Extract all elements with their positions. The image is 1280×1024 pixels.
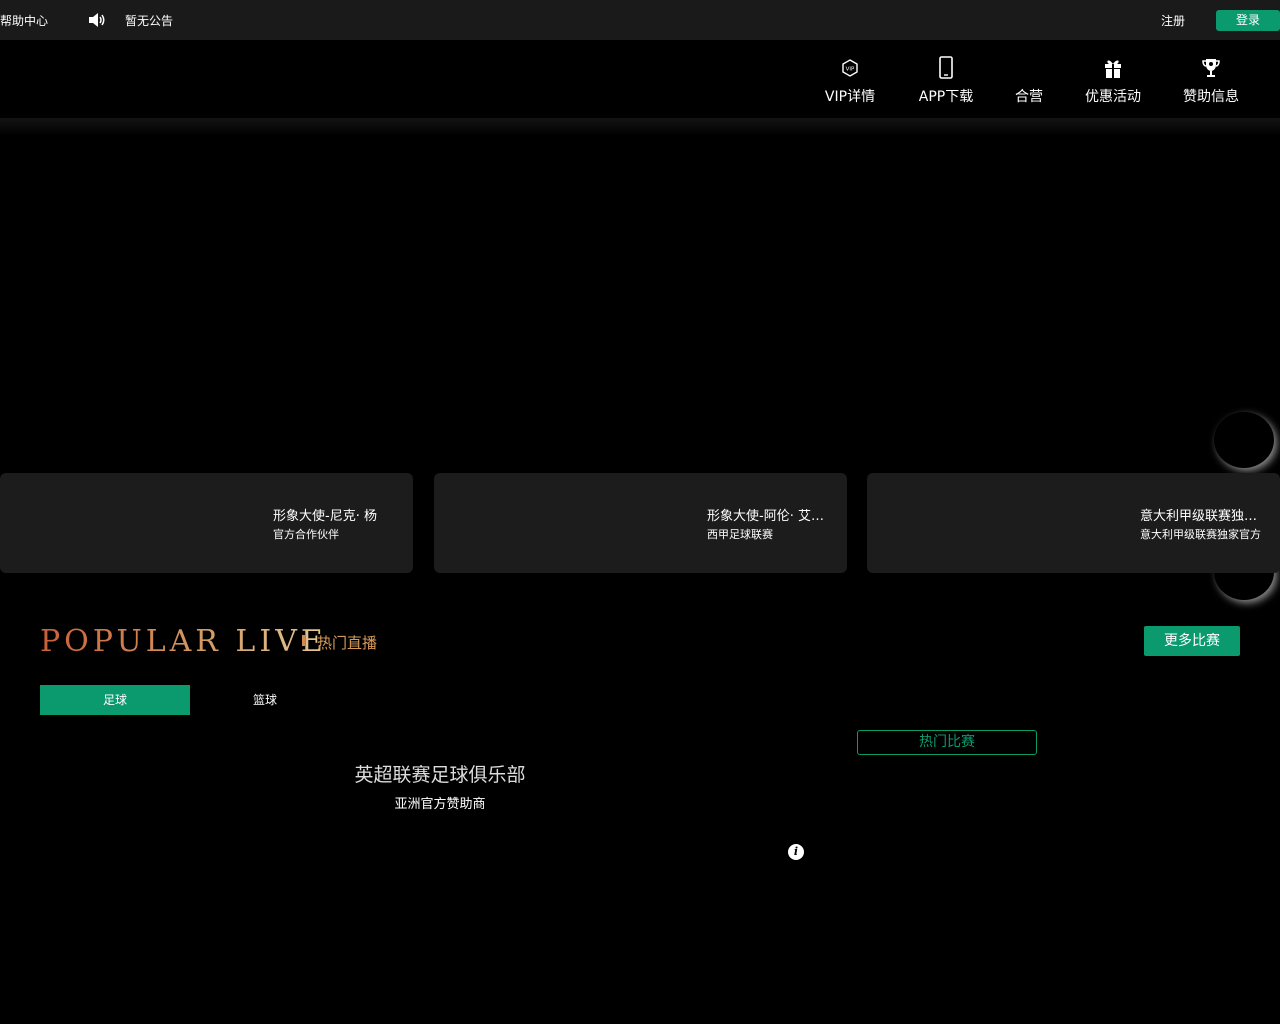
nav-label: 合营 — [1015, 89, 1043, 105]
card-title: 意大利甲级联赛独家亚洲官方 — [1140, 509, 1267, 524]
nav-item-promotions[interactable]: 优惠活动 — [1083, 56, 1143, 106]
card-subtitle: 意大利甲级联赛独家官方 — [1140, 528, 1261, 541]
speaker-icon — [89, 13, 105, 27]
trophy-icon — [1202, 59, 1220, 77]
nav-item-partner[interactable]: 合营 — [1014, 56, 1044, 106]
card-title: 形象大使-阿伦· 艾弗森 — [707, 509, 835, 524]
top-bar: 帮助中心 暂无公告 注册 登录 — [0, 0, 1280, 40]
tab-basketball[interactable]: 篮球 — [190, 685, 340, 715]
hot-matches-button[interactable]: 热门比赛 — [857, 730, 1037, 755]
section-title-cn: 热门直播 — [317, 634, 378, 652]
side-float-button[interactable] — [1214, 412, 1274, 468]
nav-item-sponsor[interactable]: 赞助信息 — [1181, 56, 1241, 106]
nav-label: 优惠活动 — [1085, 89, 1141, 105]
nav-label: 赞助信息 — [1183, 89, 1239, 105]
svg-text:VIP: VIP — [846, 67, 855, 73]
nav-label: APP下载 — [918, 89, 974, 105]
nav-shadow — [0, 118, 1280, 136]
section-title-en: POPULAR LIVE — [40, 624, 327, 659]
club-subtitle: 亚洲官方赞助商 — [394, 797, 486, 812]
club-title: 英超联赛足球俱乐部 — [354, 764, 526, 786]
login-button[interactable]: 登录 — [1216, 10, 1280, 31]
ambassador-card[interactable]: 形象大使-尼克· 杨 官方合作伙伴 — [0, 473, 413, 573]
register-link[interactable]: 注册 — [1161, 12, 1185, 29]
partner-icon — [1018, 56, 1040, 80]
card-subtitle: 官方合作伙伴 — [273, 528, 339, 541]
phone-icon — [939, 56, 953, 79]
nav-item-vip[interactable]: VIP VIP详情 — [823, 56, 877, 106]
more-matches-button[interactable]: 更多比赛 — [1144, 626, 1240, 656]
vip-icon: VIP — [842, 59, 858, 77]
sponsor-card[interactable]: 意大利甲级联赛独家亚洲官方 意大利甲级联赛独家官方 — [867, 473, 1280, 573]
card-subtitle: 西甲足球联赛 — [707, 528, 773, 541]
info-icon[interactable]: i — [788, 844, 804, 860]
nav-item-app[interactable]: APP下载 — [916, 56, 976, 106]
nav-label: VIP详情 — [824, 89, 876, 105]
ambassador-card[interactable]: 形象大使-阿伦· 艾弗森 西甲足球联赛 — [434, 473, 847, 573]
card-title: 形象大使-尼克· 杨 — [273, 509, 377, 524]
announcement-text: 暂无公告 — [125, 14, 174, 28]
section-title-divider — [302, 635, 305, 646]
help-center-link[interactable]: 帮助中心 — [0, 12, 48, 29]
gift-icon — [1105, 60, 1121, 78]
tab-football[interactable]: 足球 — [40, 685, 190, 715]
